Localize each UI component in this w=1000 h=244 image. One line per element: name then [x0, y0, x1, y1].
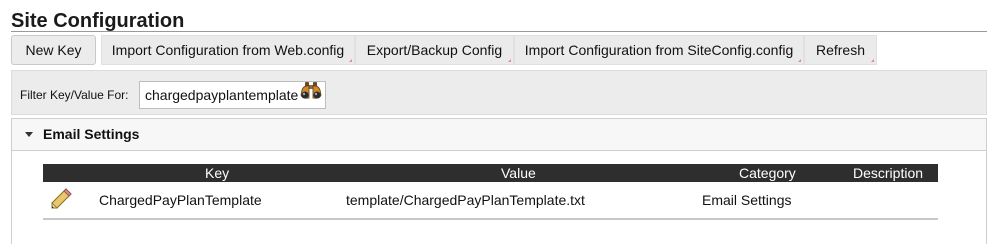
import-web-config-button[interactable]: Import Configuration from Web.config: [101, 35, 355, 65]
export-backup-config-button[interactable]: Export/Backup Config: [355, 35, 514, 65]
import-siteconfig-button[interactable]: Import Configuration from SiteConfig.con…: [514, 35, 804, 65]
refresh-label: Refresh: [815, 42, 866, 58]
section-title: Email Settings: [43, 126, 140, 142]
column-header-key[interactable]: Key: [205, 165, 229, 181]
import-web-config-label: Import Configuration from Web.config: [111, 42, 345, 58]
row-key: ChargedPayPlanTemplate: [99, 192, 262, 208]
refresh-button[interactable]: Refresh: [804, 35, 877, 65]
filter-input[interactable]: [139, 81, 326, 109]
config-grid: Key Value Category Description ChargedPa…: [43, 164, 938, 220]
row-value: template/ChargedPayPlanTemplate.txt: [346, 192, 585, 208]
import-siteconfig-label: Import Configuration from SiteConfig.con…: [524, 42, 794, 58]
table-row: ChargedPayPlanTemplate template/ChargedP…: [43, 182, 938, 220]
export-backup-config-label: Export/Backup Config: [366, 42, 503, 58]
column-header-description[interactable]: Description: [853, 165, 923, 181]
column-header-category[interactable]: Category: [739, 165, 796, 181]
pencil-icon[interactable]: [49, 187, 73, 211]
new-key-button[interactable]: New Key: [11, 35, 96, 65]
column-header-value[interactable]: Value: [501, 165, 536, 181]
email-settings-section-header[interactable]: Email Settings: [11, 118, 987, 151]
grid-header: Key Value Category Description: [43, 164, 938, 182]
collapse-caret-icon[interactable]: [25, 132, 33, 137]
row-category: Email Settings: [702, 192, 792, 208]
page-title: Site Configuration: [11, 10, 185, 32]
title-divider: [11, 31, 987, 32]
binoculars-icon[interactable]: [299, 81, 323, 101]
filter-label: Filter Key/Value For:: [20, 88, 129, 102]
filter-bar: Filter Key/Value For:: [11, 70, 987, 115]
